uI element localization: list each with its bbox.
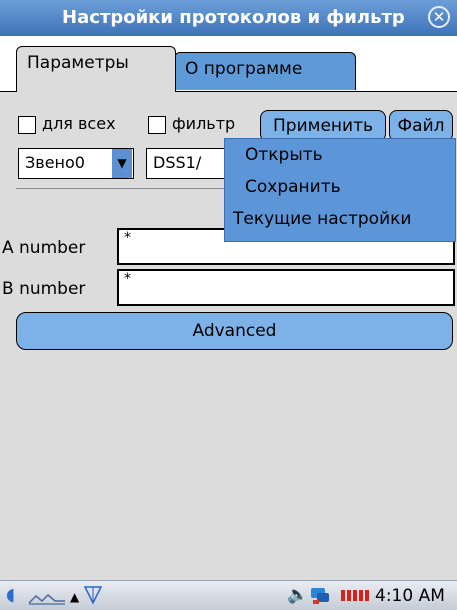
a-number-label: A number — [2, 238, 86, 258]
file-menu: Открыть Сохранить Текущие настройки — [224, 138, 456, 242]
network-icon[interactable] — [309, 585, 331, 610]
battery-icon[interactable] — [340, 585, 370, 608]
clock[interactable]: 4:10 AM — [375, 586, 445, 606]
protocol-select-value: DSS1/ — [153, 153, 202, 172]
menu-item-current-settings[interactable]: Текущие настройки — [233, 209, 411, 229]
filter-label: фильтр — [172, 114, 236, 133]
start-icon[interactable]: ◖ — [6, 585, 15, 605]
window-title: Настройки протоколов и фильтр — [62, 7, 405, 28]
link-select-value: Звено0 — [25, 153, 85, 172]
filter-checkbox[interactable] — [148, 116, 166, 134]
menu-item-open[interactable]: Открыть — [245, 145, 323, 165]
protocol-select[interactable]: DSS1/ — [146, 148, 236, 179]
app-window: Настройки протоколов и фильтр ✕ Параметр… — [0, 0, 457, 610]
for-all-label: для всех — [42, 114, 116, 133]
b-number-label: B number — [2, 279, 86, 299]
close-icon[interactable]: ✕ — [428, 6, 450, 28]
for-all-checkbox[interactable] — [18, 116, 36, 134]
b-number-field[interactable]: * — [117, 269, 455, 306]
b-number-value: * — [124, 271, 131, 287]
advanced-button[interactable]: Advanced — [16, 312, 453, 350]
taskbar: ◖ ▲ 🔈 4:10 AM — [0, 580, 457, 610]
tab-about[interactable]: О программе — [174, 52, 356, 90]
up-arrow-icon[interactable]: ▲ — [70, 587, 79, 607]
signal-antenna-icon[interactable] — [83, 585, 103, 610]
chevron-down-icon[interactable]: ▼ — [112, 149, 132, 178]
a-number-value: * — [124, 230, 131, 246]
menu-item-save[interactable]: Сохранить — [245, 177, 341, 197]
speaker-icon[interactable]: 🔈 — [287, 585, 308, 605]
tab-parameters[interactable]: Параметры — [16, 46, 176, 92]
title-bar: Настройки протоколов и фильтр ✕ — [0, 0, 457, 36]
keyboard-icon[interactable] — [28, 590, 66, 610]
divider — [16, 188, 226, 189]
